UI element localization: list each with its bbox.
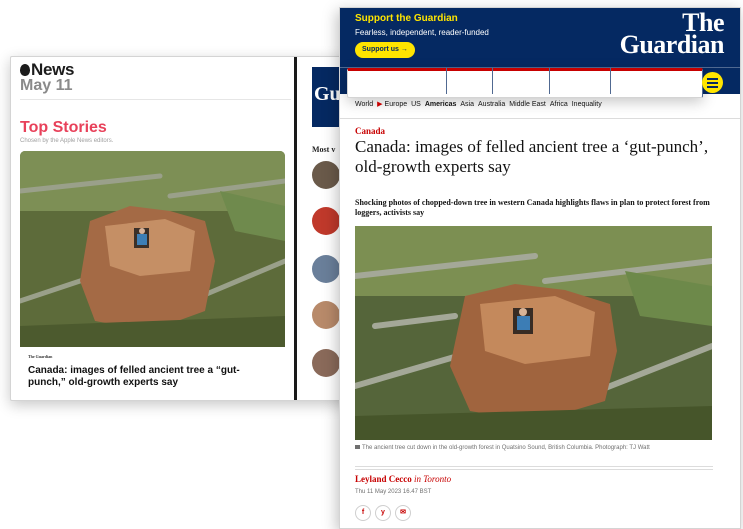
- article-title: Canada: images of felled ancient tree a …: [355, 137, 709, 176]
- subnav-inequality[interactable]: Inequality: [572, 101, 602, 108]
- twitter-icon[interactable]: y: [375, 505, 391, 521]
- nav-lifestyle[interactable]: Lifestyle: [556, 68, 612, 94]
- story-headline[interactable]: Canada: images of felled ancient tree a …: [28, 365, 273, 389]
- section-subtitle: Chosen by the Apple News editors.: [20, 138, 114, 144]
- subnav-world[interactable]: World: [355, 101, 373, 108]
- support-title: Support the Guardian: [355, 13, 458, 24]
- guardian-window: Support the Guardian Fearless, independe…: [339, 7, 741, 529]
- felled-tree-photo: [355, 226, 712, 440]
- story-thumbnail[interactable]: [312, 207, 340, 235]
- divider: [355, 466, 713, 472]
- primary-nav: News Opinion Sport Culture Lifestyle: [340, 67, 740, 98]
- source-logo: The Guardian: [28, 354, 53, 359]
- story-thumbnail[interactable]: [312, 301, 340, 329]
- photo-caption: The ancient tree cut down in the old-gro…: [355, 444, 715, 452]
- article-date: Thu 11 May 2023 16.47 BST: [355, 489, 432, 495]
- sub-nav: World ▶ Europe US Americas Asia Australia Middl…: [355, 100, 606, 108]
- felled-tree-photo: [20, 151, 285, 347]
- subnav-us[interactable]: US: [411, 101, 421, 108]
- support-us-button[interactable]: Support us →: [355, 42, 415, 58]
- email-icon[interactable]: ✉: [395, 505, 411, 521]
- most-viewed-heading: Most v: [312, 145, 336, 154]
- article-standfirst: Shocking photos of chopped-down tree in …: [355, 198, 710, 217]
- story-thumbnail[interactable]: [312, 161, 340, 189]
- divider: [340, 118, 740, 119]
- subnav-europe[interactable]: Europe: [385, 101, 408, 108]
- news-date: May 11: [20, 77, 73, 94]
- top-story-card[interactable]: The Guardian Canada: images of felled an…: [20, 151, 285, 391]
- story-thumbnail[interactable]: [312, 349, 340, 377]
- subnav-americas[interactable]: Americas: [425, 101, 457, 108]
- guardian-logo[interactable]: The Guardian: [619, 10, 725, 59]
- window-divider: [294, 57, 297, 400]
- facebook-icon[interactable]: f: [355, 505, 371, 521]
- camera-icon: [355, 445, 360, 449]
- subnav-australia[interactable]: Australia: [478, 101, 505, 108]
- subnav-africa[interactable]: Africa: [550, 101, 568, 108]
- subnav-asia[interactable]: Asia: [460, 101, 474, 108]
- author-location: in Toronto: [414, 474, 452, 484]
- story-thumbnail[interactable]: [312, 255, 340, 283]
- support-subtitle: Fearless, independent, reader-funded: [355, 28, 489, 37]
- article-kicker[interactable]: Canada: [355, 126, 385, 136]
- support-button-label: Support us: [362, 46, 399, 53]
- article-byline: Leyland Cecco in Toronto: [355, 474, 451, 484]
- guardian-header: Support the Guardian Fearless, independe…: [340, 8, 740, 67]
- triangle-right-icon: ▶: [377, 101, 383, 108]
- section-title: Top Stories: [20, 119, 107, 136]
- nav-sport[interactable]: Sport: [452, 68, 494, 94]
- nav-opinion[interactable]: Opinion: [393, 68, 447, 94]
- logo-line-2: Guardian: [619, 30, 725, 59]
- arrow-right-icon: →: [400, 46, 408, 53]
- author-name[interactable]: Leyland Cecco: [355, 474, 412, 484]
- nav-culture[interactable]: Culture: [499, 68, 551, 94]
- apple-news-window: News May 11 Top Stories Chosen by the Ap…: [10, 56, 352, 401]
- subnav-middle-east[interactable]: Middle East: [509, 101, 546, 108]
- menu-icon[interactable]: [702, 72, 723, 93]
- divider: [20, 99, 291, 100]
- apple-icon: [20, 64, 30, 76]
